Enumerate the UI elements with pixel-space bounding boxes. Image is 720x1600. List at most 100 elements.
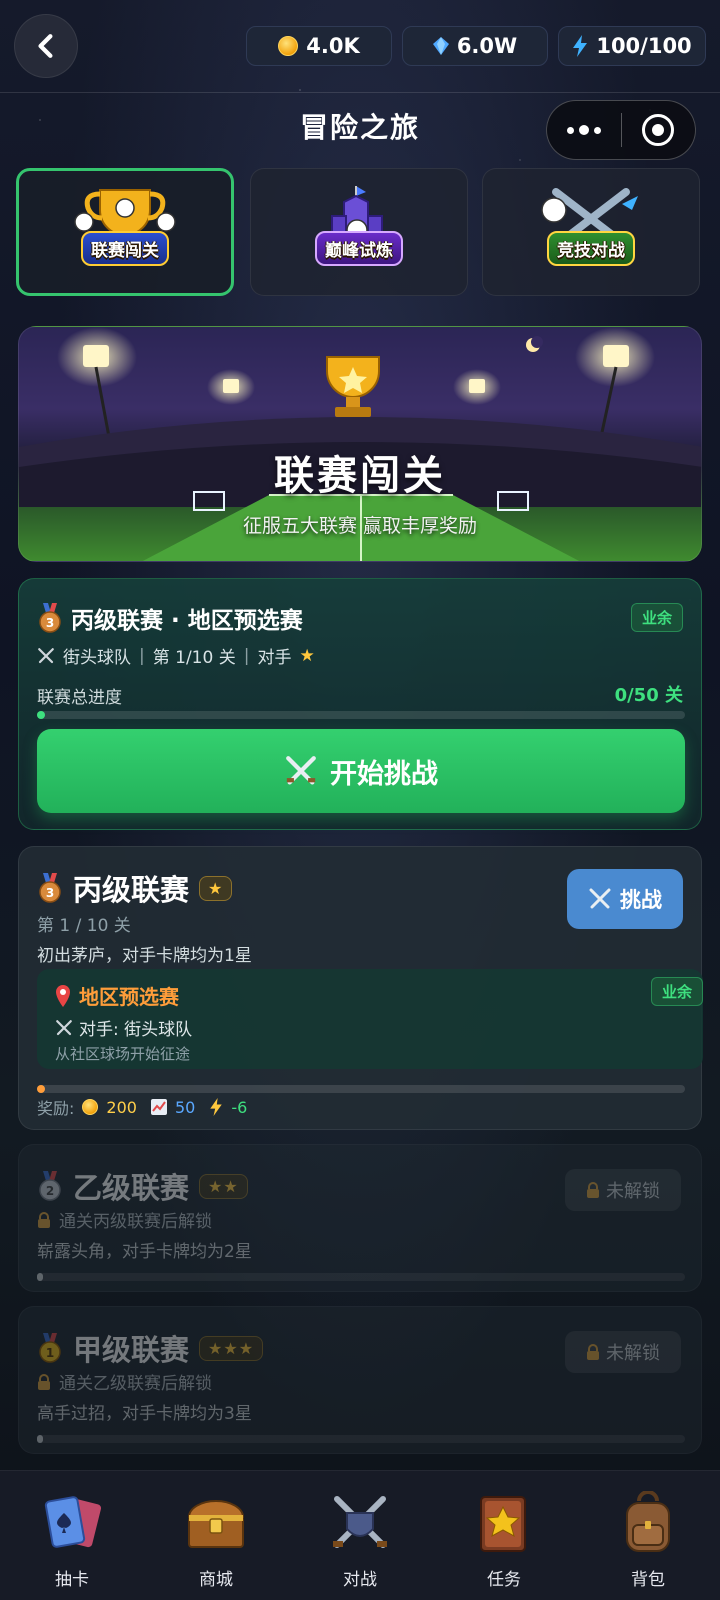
team-name: 街头球队 (63, 648, 131, 668)
league-header: 2 乙级联赛 ★★ (37, 1165, 248, 1207)
lock-icon (38, 1373, 50, 1390)
league-header: 1 甲级联赛 ★★★ (37, 1327, 264, 1369)
miniprogram-capsule (546, 100, 696, 160)
league-card-gold[interactable]: 1 甲级联赛 ★★★ 未解锁 通关乙级联赛后解锁 高手过招，对手卡牌均为3星 (18, 1306, 702, 1454)
star-icon: ★ (299, 645, 315, 666)
league-card-silver[interactable]: 2 乙级联赛 ★★ 未解锁 通关丙级联赛后解锁 崭露头角，对手卡牌均为2星 (18, 1144, 702, 1292)
progress-value: 0/50 关 (614, 685, 683, 706)
tab-peak-trial-label: 巅峰试炼 (315, 231, 403, 266)
league-progress-fill (37, 1085, 45, 1093)
header-divider (0, 92, 720, 93)
stage-note: 从社区球场开始征途 (55, 1045, 191, 1063)
stage-panel[interactable]: 地区预选赛 业余 对手: 街头球队 从社区球场开始征途 (37, 969, 703, 1069)
trophy-icon (326, 356, 380, 417)
crossed-swords-icon (286, 756, 316, 785)
close-record-button[interactable] (622, 114, 696, 146)
nav-item-battle[interactable]: 对战 (288, 1471, 432, 1600)
current-league-card: 3 丙级联赛 · 地区预选赛 业余 街头球队 | 第 1/10 关 | 对手 ★… (18, 578, 702, 830)
league-level: 第 1 / 10 关 (37, 916, 131, 936)
league-name: 乙级联赛 (73, 1171, 190, 1205)
unlock-condition-text: 通关丙级联赛后解锁 (59, 1212, 212, 1232)
coin-icon (82, 1099, 99, 1115)
bronze-medal-icon: 3 (39, 873, 61, 903)
svg-text:3: 3 (46, 886, 54, 900)
star-rating-badge: ★ (199, 875, 233, 901)
reward-coins: 200 (106, 1097, 137, 1117)
opponent-label: 对手 (257, 648, 292, 668)
league-name: 丙级联赛 (73, 873, 190, 907)
bottom-nav: 抽卡 商城 对战 任务 背包 (0, 1470, 720, 1600)
svg-text:3: 3 (46, 616, 54, 630)
league-banner: 联赛闯关 征服五大联赛 赢取丰厚奖励 (18, 326, 702, 562)
league-progress-bar (37, 711, 685, 719)
energy-counter[interactable]: 100/100 (558, 26, 706, 66)
nav-item-shop[interactable]: 商城 (144, 1471, 288, 1600)
more-menu-button[interactable] (547, 125, 621, 135)
progress-label: 联赛总进度 (37, 688, 122, 708)
locked-button[interactable]: 未解锁 (565, 1331, 681, 1373)
chevron-left-icon (38, 34, 53, 58)
tab-arena-label: 竞技对战 (547, 231, 635, 266)
castle-badge-icon: 巅峰试炼 (294, 182, 424, 282)
locked-button[interactable]: 未解锁 (565, 1169, 681, 1211)
chart-trend-icon (150, 1099, 167, 1115)
nav-label: 抽卡 (55, 1570, 89, 1590)
unlock-condition-text: 通关乙级联赛后解锁 (59, 1374, 212, 1394)
start-challenge-button[interactable]: 开始挑战 (37, 729, 685, 813)
league-header: 3 丙级联赛 ★ (37, 867, 233, 909)
meta-separator: | (139, 645, 145, 666)
nav-label: 商城 (199, 1570, 233, 1590)
gem-counter[interactable]: 6.0W (402, 26, 548, 66)
coin-value: 4.0K (306, 34, 360, 58)
league-description: 高手过招，对手卡牌均为3星 (37, 1404, 252, 1424)
coin-counter[interactable]: 4.0K (246, 26, 392, 66)
nav-item-draw-cards[interactable]: 抽卡 (0, 1471, 144, 1600)
league-name: 甲级联赛 (73, 1333, 190, 1367)
locked-label: 未解锁 (606, 1343, 660, 1364)
tab-league-label: 联赛闯关 (81, 231, 169, 266)
current-league-title: 3 丙级联赛 · 地区预选赛 (37, 601, 303, 635)
star-rating-badge: ★★★ (199, 1335, 264, 1361)
league-progress-bar (37, 1273, 685, 1281)
banner-subtitle: 征服五大联赛 赢取丰厚奖励 (242, 515, 478, 537)
svg-text:2: 2 (46, 1184, 54, 1198)
nav-item-tasks[interactable]: 任务 (432, 1471, 576, 1600)
amateur-tag: 业余 (630, 603, 683, 632)
league-description: 崭露头角，对手卡牌均为2星 (37, 1242, 252, 1262)
crossed-swords-icon (589, 888, 611, 909)
banner-title: 联赛闯关 (274, 453, 446, 499)
nav-item-backpack[interactable]: 背包 (576, 1471, 720, 1600)
tab-arena[interactable]: 竞技对战 (482, 168, 700, 296)
stage-title: 地区预选赛 (55, 981, 179, 1010)
league-description: 初出茅庐，对手卡牌均为1星 (37, 946, 252, 966)
gem-icon (432, 37, 449, 55)
stage-name: 地区预选赛 (79, 985, 179, 1009)
record-icon (642, 114, 675, 146)
gem-value: 6.0W (456, 34, 518, 58)
league-progress-bar (37, 1435, 685, 1443)
unlock-condition: 通关丙级联赛后解锁 (37, 1207, 212, 1232)
lock-icon (587, 1344, 599, 1360)
tab-peak-trial[interactable]: 巅峰试炼 (250, 168, 468, 296)
crossed-swords-icon (56, 1019, 72, 1035)
backpack-icon (626, 1491, 670, 1552)
star-book-icon (480, 1496, 526, 1552)
bronze-medal-icon: 3 (39, 603, 61, 633)
reward-row: 奖励: 200 50 -6 (37, 1095, 247, 1119)
current-league-title-text: 丙级联赛 · 地区预选赛 (71, 608, 303, 634)
league-card-bronze[interactable]: 3 丙级联赛 ★ 挑战 第 1 / 10 关 初出茅庐，对手卡牌均为1星 地区预… (18, 846, 703, 1130)
lock-icon (38, 1211, 50, 1228)
crossed-swords-icon (333, 1496, 387, 1548)
coin-icon (278, 36, 299, 56)
amateur-tag: 业余 (650, 977, 703, 1006)
silver-medal-icon: 2 (39, 1171, 61, 1201)
star-rating-badge: ★★ (199, 1173, 248, 1199)
challenge-button[interactable]: 挑战 (567, 869, 683, 929)
tab-league[interactable]: 联赛闯关 (16, 168, 234, 296)
nav-label: 对战 (343, 1570, 377, 1590)
meta-separator: | (243, 645, 250, 666)
gold-medal-icon: 1 (39, 1333, 61, 1363)
league-progress-fill (37, 1435, 43, 1443)
challenge-button-label: 挑战 (620, 888, 662, 912)
back-button[interactable] (14, 14, 78, 78)
